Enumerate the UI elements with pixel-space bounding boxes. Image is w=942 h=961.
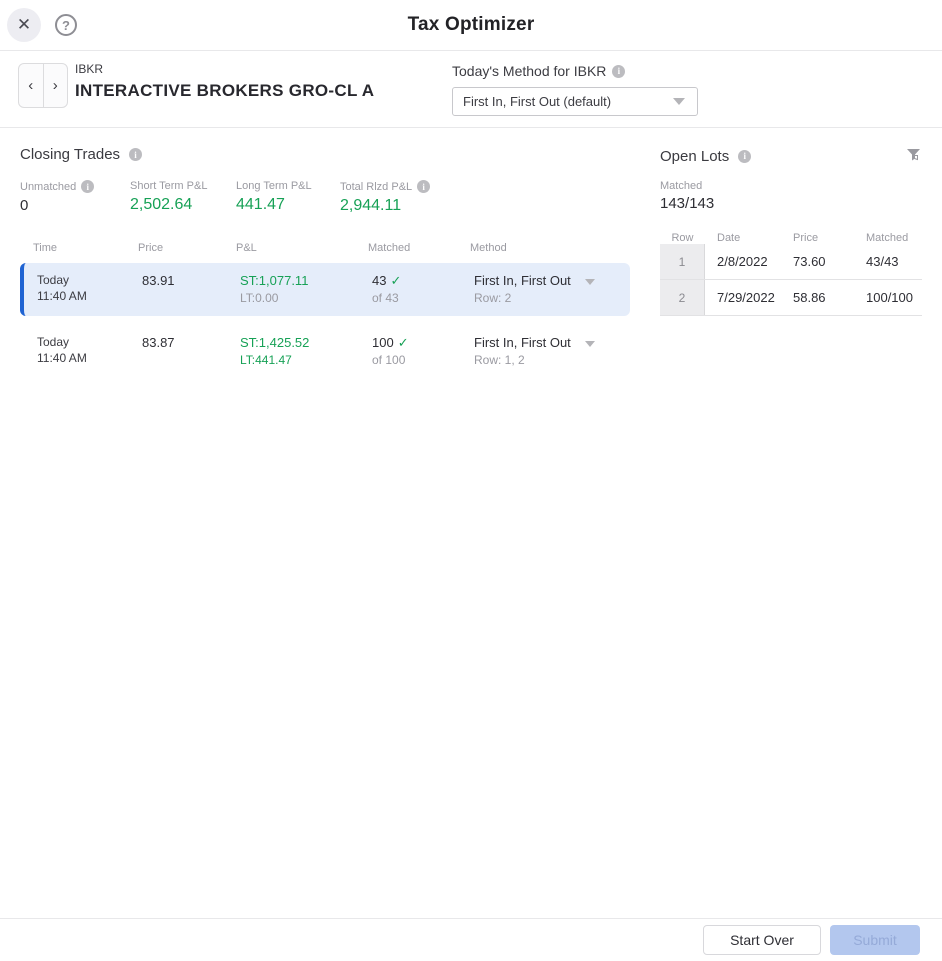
info-icon[interactable]: i: [81, 180, 94, 193]
instrument-name: INTERACTIVE BROKERS GRO-CL A: [75, 81, 374, 101]
trade-method-rows: Row: 1, 2: [474, 352, 630, 369]
title-bar: ✕ ? Tax Optimizer: [0, 0, 942, 51]
trade-method: First In, First Out Row: 1, 2: [474, 334, 630, 369]
stat-short-term-pl-value: 2,502.64: [130, 196, 236, 214]
trade-price: 83.91: [142, 272, 240, 289]
footer-bar: Start Over Submit: [0, 918, 942, 961]
method-selector-group: Today's Method for IBKR i First In, Firs…: [452, 63, 698, 116]
column-header-price: Price: [138, 242, 236, 254]
trade-pl-long: LT:441.47: [240, 352, 372, 369]
submit-button[interactable]: Submit: [830, 925, 920, 955]
open-lots-matched-value: 143/143: [660, 195, 922, 212]
stat-short-term-pl: Short Term P&L 2,502.64: [130, 180, 236, 215]
start-over-button[interactable]: Start Over: [703, 925, 821, 955]
check-icon: ✓: [398, 335, 409, 350]
closing-trades-panel: Closing Trades i Unmatched i 0 Short Ter…: [20, 128, 630, 378]
instrument-bar: ‹ › IBKR INTERACTIVE BROKERS GRO-CL A To…: [0, 51, 942, 128]
column-header-method: Method: [470, 242, 630, 254]
chevron-down-icon[interactable]: [585, 279, 595, 285]
account-label: IBKR: [75, 62, 374, 76]
method-select[interactable]: First In, First Out (default): [452, 87, 698, 116]
trade-pl-short: ST:1,077.11: [240, 272, 372, 289]
instrument-pager: ‹ ›: [18, 63, 68, 108]
info-icon[interactable]: i: [129, 148, 142, 161]
lot-row-number: 2: [660, 280, 705, 315]
stat-total-rlzd-pl-value: 2,944.11: [340, 197, 430, 215]
lot-row-number: 1: [660, 244, 705, 279]
lot-price: 73.60: [781, 244, 854, 279]
trade-method-rows: Row: 2: [474, 290, 630, 307]
trade-time: Today 11:40 AM: [37, 272, 142, 304]
closing-trades-header: Time Price P&L Matched Method: [20, 242, 630, 254]
previous-instrument-button[interactable]: ‹: [19, 64, 44, 107]
trade-pl-short: ST:1,425.52: [240, 334, 372, 351]
trade-matched: 43✓ of 43: [372, 272, 474, 307]
chevron-down-icon[interactable]: [585, 341, 595, 347]
column-header-date: Date: [705, 232, 781, 244]
method-label: Today's Method for IBKR: [452, 63, 606, 79]
trade-method: First In, First Out Row: 2: [474, 272, 630, 307]
method-label-row: Today's Method for IBKR i: [452, 63, 698, 79]
check-icon: ✓: [390, 273, 401, 288]
page-title: Tax Optimizer: [0, 14, 942, 36]
open-lot-row[interactable]: 1 2/8/2022 73.60 43/43: [660, 244, 922, 280]
trade-matched: 100✓ of 100: [372, 334, 474, 369]
chevron-right-icon: ›: [53, 77, 58, 94]
stat-total-rlzd-pl: Total Rlzd P&L i 2,944.11: [340, 180, 430, 215]
open-lots-header: Row Date Price Matched: [660, 232, 922, 244]
method-select-value: First In, First Out (default): [463, 94, 673, 109]
closing-trades-title: Closing Trades: [20, 146, 120, 163]
info-icon[interactable]: i: [612, 65, 625, 78]
stat-unmatched-value: 0: [20, 197, 130, 214]
open-lots-panel: Open Lots i Matched 143/143 Row Date Pri…: [660, 128, 922, 316]
column-header-pl: P&L: [236, 242, 368, 254]
trade-price: 83.87: [142, 334, 240, 351]
next-instrument-button[interactable]: ›: [44, 64, 68, 107]
lot-matched: 43/43: [854, 244, 922, 279]
closing-trade-row[interactable]: Today 11:40 AM 83.87 ST:1,425.52 LT:441.…: [20, 325, 630, 378]
lot-date: 2/8/2022: [705, 244, 781, 279]
column-header-time: Time: [33, 242, 138, 254]
open-lots-matched-label: Matched: [660, 180, 922, 192]
info-icon[interactable]: i: [738, 150, 751, 163]
tax-optimizer-dialog: ✕ ? Tax Optimizer ‹ › IBKR INTERACTIVE B…: [0, 0, 942, 961]
chevron-down-icon: [673, 98, 685, 105]
stat-unmatched: Unmatched i 0: [20, 180, 130, 215]
column-header-row: Row: [660, 232, 705, 244]
column-header-matched: Matched: [368, 242, 470, 254]
trade-pl: ST:1,425.52 LT:441.47: [240, 334, 372, 369]
stat-long-term-pl-value: 441.47: [236, 196, 340, 214]
filter-icon: [905, 146, 922, 163]
trade-time: Today 11:40 AM: [37, 334, 142, 366]
open-lot-row[interactable]: 2 7/29/2022 58.86 100/100: [660, 280, 922, 316]
trade-pl: ST:1,077.11 LT:0.00: [240, 272, 372, 307]
open-lots-title: Open Lots: [660, 148, 729, 165]
chevron-left-icon: ‹: [28, 77, 33, 94]
column-header-matched: Matched: [854, 232, 922, 244]
column-header-price: Price: [781, 232, 854, 244]
lot-price: 58.86: [781, 280, 854, 315]
closing-trade-row[interactable]: Today 11:40 AM 83.91 ST:1,077.11 LT:0.00…: [20, 263, 630, 316]
filter-button[interactable]: [905, 146, 922, 166]
stat-long-term-pl: Long Term P&L 441.47: [236, 180, 340, 215]
closing-trades-stats: Unmatched i 0 Short Term P&L 2,502.64 Lo…: [20, 180, 630, 215]
trade-pl-long: LT:0.00: [240, 290, 372, 307]
info-icon[interactable]: i: [417, 180, 430, 193]
instrument-meta: IBKR INTERACTIVE BROKERS GRO-CL A: [75, 62, 374, 101]
lot-date: 7/29/2022: [705, 280, 781, 315]
lot-matched: 100/100: [854, 280, 922, 315]
